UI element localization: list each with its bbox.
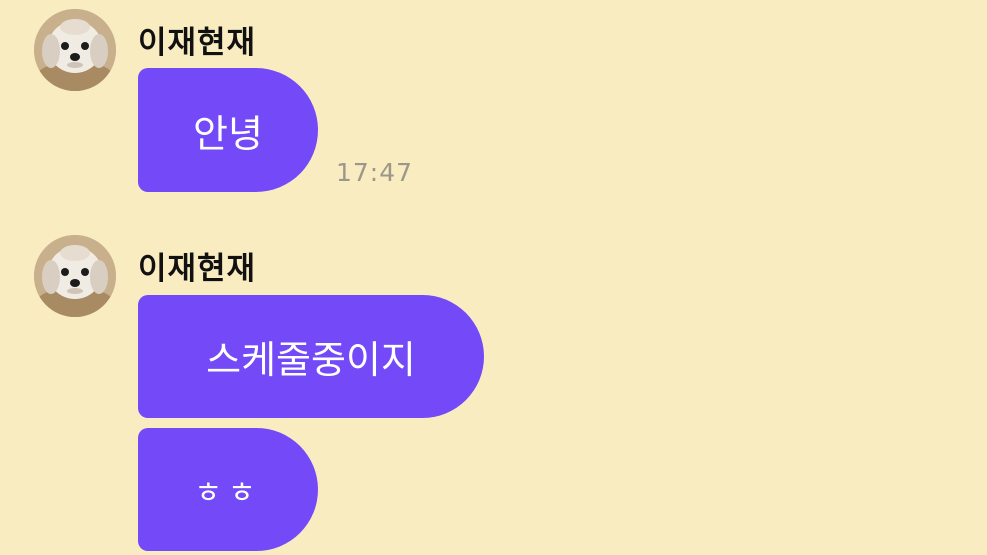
dog-avatar-icon[interactable] (34, 9, 116, 91)
sender-name: 이재현재 (138, 25, 257, 61)
dog-avatar-icon[interactable] (34, 235, 116, 317)
message-text: ㅎㅎ (194, 475, 262, 511)
message-bubble[interactable]: 안녕 (138, 68, 318, 192)
sender-name: 이재현재 (138, 251, 257, 287)
message-text: 스케줄중이지 (206, 338, 416, 382)
message-bubble[interactable]: ㅎㅎ (138, 428, 318, 551)
message-text: 안녕 (193, 111, 263, 156)
message-timestamp: 17:47 (336, 158, 414, 187)
chat-area: 이재현재 안녕 17:47 이재현재 스케줄중이지 ㅎㅎ (0, 0, 987, 555)
message-bubble[interactable]: 스케줄중이지 (138, 295, 484, 418)
